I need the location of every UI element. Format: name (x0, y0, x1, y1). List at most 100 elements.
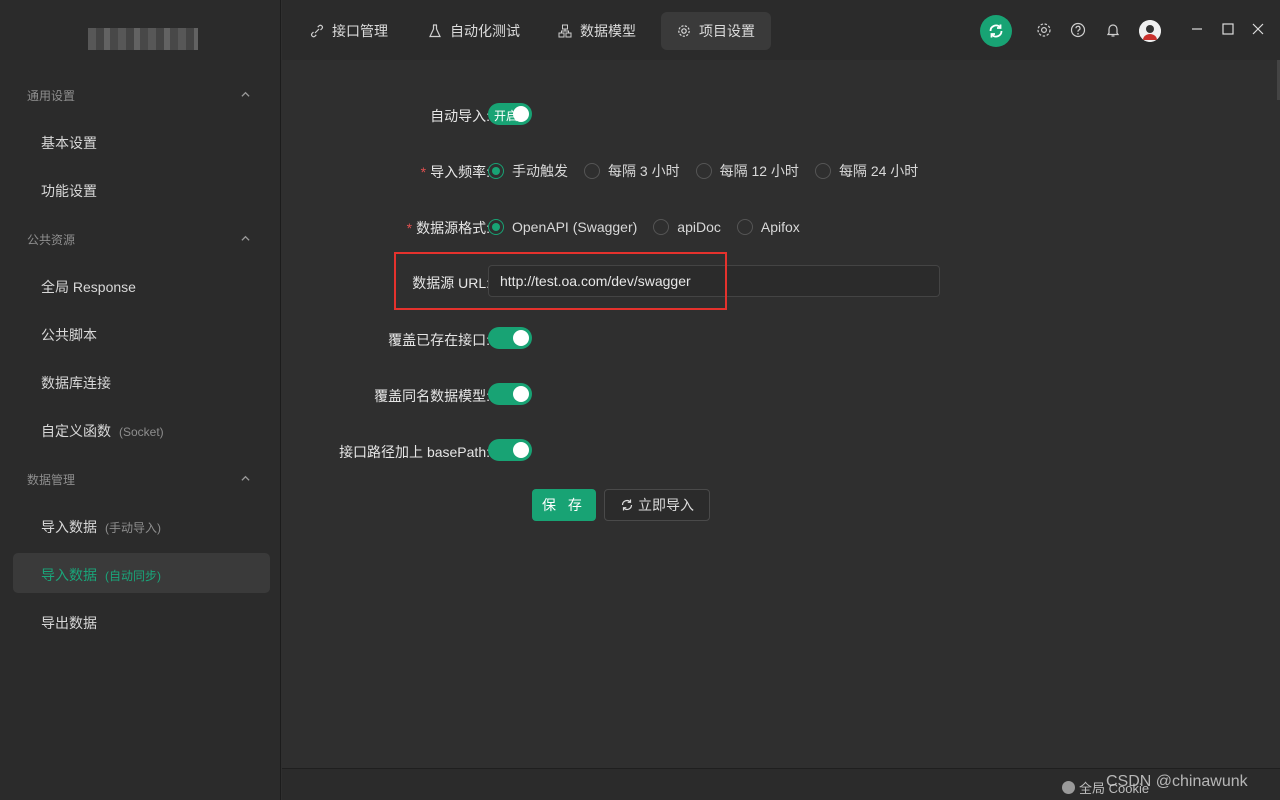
toggle-knob (513, 442, 529, 458)
tab-label: 自动化测试 (450, 23, 520, 39)
required-mark: * (406, 220, 413, 236)
section-general-header[interactable]: 通用设置 (0, 84, 281, 104)
link-icon (310, 24, 324, 38)
overwrite-models-row: 覆盖同名数据模型: (282, 377, 1280, 411)
radio-dot (695, 163, 712, 179)
frequency-option-24h[interactable]: 每隔 24 小时 (814, 161, 919, 181)
status-bar: 全局 Cookie CSDN @chinawunk (282, 768, 1280, 800)
section-data-management-header[interactable]: 数据管理 (0, 468, 281, 488)
frequency-label-text: 导入频率: (430, 164, 490, 180)
save-button[interactable]: 保 存 (532, 489, 596, 521)
tab-label: 项目设置 (699, 23, 755, 39)
bell-icon[interactable] (1105, 22, 1121, 38)
refresh-icon (989, 24, 1003, 38)
watermark: CSDN @chinawunk (1106, 773, 1248, 790)
section-public-resources-header[interactable]: 公共资源 (0, 228, 281, 248)
format-option-openapi[interactable]: OpenAPI (Swagger) (488, 219, 637, 235)
radio-label: 手动触发 (512, 163, 568, 179)
format-option-apidoc[interactable]: apiDoc (653, 219, 721, 235)
section-title: 通用设置 (27, 89, 76, 103)
section-title: 数据管理 (27, 473, 76, 487)
auto-import-row: 自动导入: 开启 (282, 97, 1280, 131)
settings-gear-icon[interactable] (1036, 22, 1052, 38)
frequency-label: * 导入频率: (421, 162, 490, 182)
top-bar: 接口管理 自动化测试 数据模型 项目设置 (282, 0, 1280, 60)
sidebar-item-label: 全局 Response (41, 279, 136, 295)
auto-import-label: 自动导入: (430, 108, 490, 124)
sidebar-item-label: 导入数据 (41, 519, 97, 535)
app-logo (88, 28, 198, 50)
radio-dot (814, 163, 831, 179)
frequency-option-12h[interactable]: 每隔 12 小时 (695, 161, 799, 181)
chevron-up-icon (241, 91, 250, 97)
cookie-icon (1062, 781, 1075, 794)
sidebar-item-custom-functions[interactable]: 自定义函数 (Socket) (13, 409, 270, 449)
maximize-icon[interactable] (1221, 22, 1235, 36)
radio-dot (488, 219, 504, 235)
radio-label: 每隔 12 小时 (719, 163, 799, 179)
tab-label: 接口管理 (332, 23, 388, 39)
model-icon (558, 24, 572, 38)
sidebar-item-import-auto-sync[interactable]: 导入数据 (自动同步) (13, 553, 270, 593)
chevron-up-icon (241, 235, 250, 241)
user-avatar[interactable] (1139, 20, 1161, 42)
import-now-label: 立即导入 (638, 497, 694, 513)
sidebar-item-database-connection[interactable]: 数据库连接 (13, 361, 270, 401)
tab-project-settings[interactable]: 项目设置 (661, 12, 771, 50)
sidebar-item-global-response[interactable]: 全局 Response (13, 265, 270, 305)
base-path-label: 接口路径加上 basePath: (339, 444, 490, 460)
close-icon[interactable] (1251, 22, 1265, 36)
radio-label: apiDoc (677, 219, 721, 235)
radio-dot (488, 163, 504, 179)
radio-label: OpenAPI (Swagger) (512, 219, 638, 235)
overwrite-models-toggle[interactable] (488, 383, 532, 405)
tab-automation-testing[interactable]: 自动化测试 (414, 12, 536, 50)
sidebar-item-export-data[interactable]: 导出数据 (13, 601, 270, 641)
sidebar-item-label: 基本设置 (41, 135, 97, 151)
frequency-option-manual[interactable]: 手动触发 (488, 161, 568, 181)
refresh-icon (621, 499, 633, 511)
toggle-knob (513, 330, 529, 346)
sync-button[interactable] (980, 15, 1012, 47)
source-format-label: * 数据源格式: (407, 218, 490, 238)
overwrite-apis-row: 覆盖已存在接口: (282, 321, 1280, 355)
sidebar-item-label: 导出数据 (41, 615, 97, 631)
tab-data-models[interactable]: 数据模型 (544, 12, 652, 50)
gear-icon (677, 24, 691, 38)
sidebar-item-import-manual[interactable]: 导入数据 (手动导入) (13, 505, 270, 545)
radio-label: 每隔 3 小时 (608, 163, 680, 179)
help-icon[interactable] (1070, 22, 1086, 38)
tab-api-management[interactable]: 接口管理 (296, 12, 408, 50)
toggle-knob (513, 386, 529, 402)
radio-label: 每隔 24 小时 (838, 163, 919, 179)
sidebar-item-sublabel: (手动导入) (105, 521, 161, 535)
sidebar-item-label: 导入数据 (41, 567, 97, 583)
sidebar-item-feature-settings[interactable]: 功能设置 (13, 169, 270, 209)
radio-dot (653, 219, 670, 235)
sidebar-item-label: 自定义函数 (41, 423, 111, 439)
toggle-knob (513, 106, 529, 122)
sidebar-item-public-scripts[interactable]: 公共脚本 (13, 313, 270, 353)
source-format-row: * 数据源格式: OpenAPI (Swagger) apiDoc Apifox (282, 209, 1280, 243)
sidebar-item-basic-settings[interactable]: 基本设置 (13, 121, 270, 161)
base-path-row: 接口路径加上 basePath: (282, 433, 1280, 467)
base-path-toggle[interactable] (488, 439, 532, 461)
frequency-row: * 导入频率: 手动触发 每隔 3 小时 每隔 12 小时 每隔 24 小时 (282, 153, 1280, 187)
import-now-button[interactable]: 立即导入 (604, 489, 710, 521)
frequency-radio-group: 手动触发 每隔 3 小时 每隔 12 小时 每隔 24 小时 (488, 161, 934, 181)
flask-icon (428, 24, 442, 38)
sidebar-item-sublabel: (自动同步) (105, 569, 161, 583)
auto-import-toggle[interactable]: 开启 (488, 103, 532, 125)
radio-dot (736, 219, 753, 235)
sidebar-item-label: 公共脚本 (41, 327, 97, 343)
required-mark: * (420, 164, 427, 180)
format-option-apifox[interactable]: Apifox (736, 219, 800, 235)
radio-label: Apifox (760, 219, 800, 235)
sidebar-item-label: 功能设置 (41, 183, 97, 199)
frequency-option-3h[interactable]: 每隔 3 小时 (584, 161, 680, 181)
annotation-highlight-box (394, 252, 727, 310)
minimize-icon[interactable] (1190, 22, 1204, 36)
sidebar-item-sublabel: (Socket) (119, 425, 164, 439)
overwrite-apis-toggle[interactable] (488, 327, 532, 349)
overwrite-models-label: 覆盖同名数据模型: (374, 388, 490, 404)
